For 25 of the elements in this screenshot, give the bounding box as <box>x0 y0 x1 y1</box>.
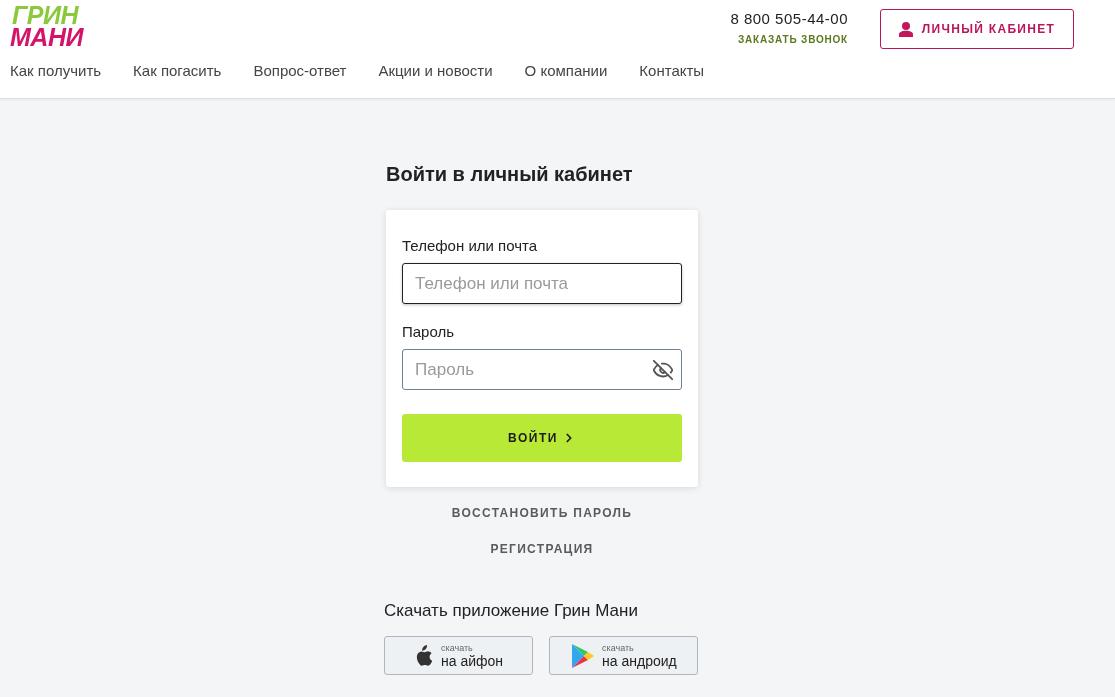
account-button[interactable]: ЛИЧНЫЙ КАБИНЕТ <box>880 9 1074 49</box>
play-triangle-icon <box>572 643 595 668</box>
text-link[interactable]: ВОССТАНОВИТЬ ПАРОЛЬ <box>451 506 633 520</box>
nav-link[interactable]: Акции и новости <box>378 62 493 80</box>
nav-link[interactable]: Вопрос-ответ <box>253 62 347 80</box>
app-download-button[interactable]: скачать на айфон <box>384 636 534 675</box>
input-field[interactable]: Пароль <box>402 349 682 390</box>
nav-link[interactable]: Как получить <box>10 62 102 80</box>
logo-word[interactable]: МАНИ <box>10 26 83 48</box>
field-label: Телефон или почта <box>402 237 539 255</box>
page-title: Войти в личный кабинет <box>386 162 634 186</box>
eye-slash-icon[interactable] <box>652 359 674 381</box>
nav-link[interactable]: Как погасить <box>133 62 222 80</box>
person-icon <box>898 21 913 37</box>
text-link[interactable]: РЕГИСТРАЦИЯ <box>490 542 594 556</box>
apps-title: Скачать приложение Грин Мани <box>384 601 639 621</box>
callback-link[interactable]: ЗАКАЗАТЬ ЗВОНОК <box>738 32 848 47</box>
input-field[interactable]: Телефон или почта <box>402 263 682 304</box>
login-button[interactable]: ВОЙТИ <box>402 414 682 462</box>
field-label: Пароль <box>402 323 456 341</box>
phone-number[interactable]: 8 800 505-44-00 <box>730 10 848 28</box>
apple-icon <box>414 644 433 667</box>
app-download-button[interactable]: скачать на андроид <box>549 636 698 675</box>
nav-link[interactable]: О компании <box>524 62 608 80</box>
nav-link[interactable]: Контакты <box>639 62 705 80</box>
